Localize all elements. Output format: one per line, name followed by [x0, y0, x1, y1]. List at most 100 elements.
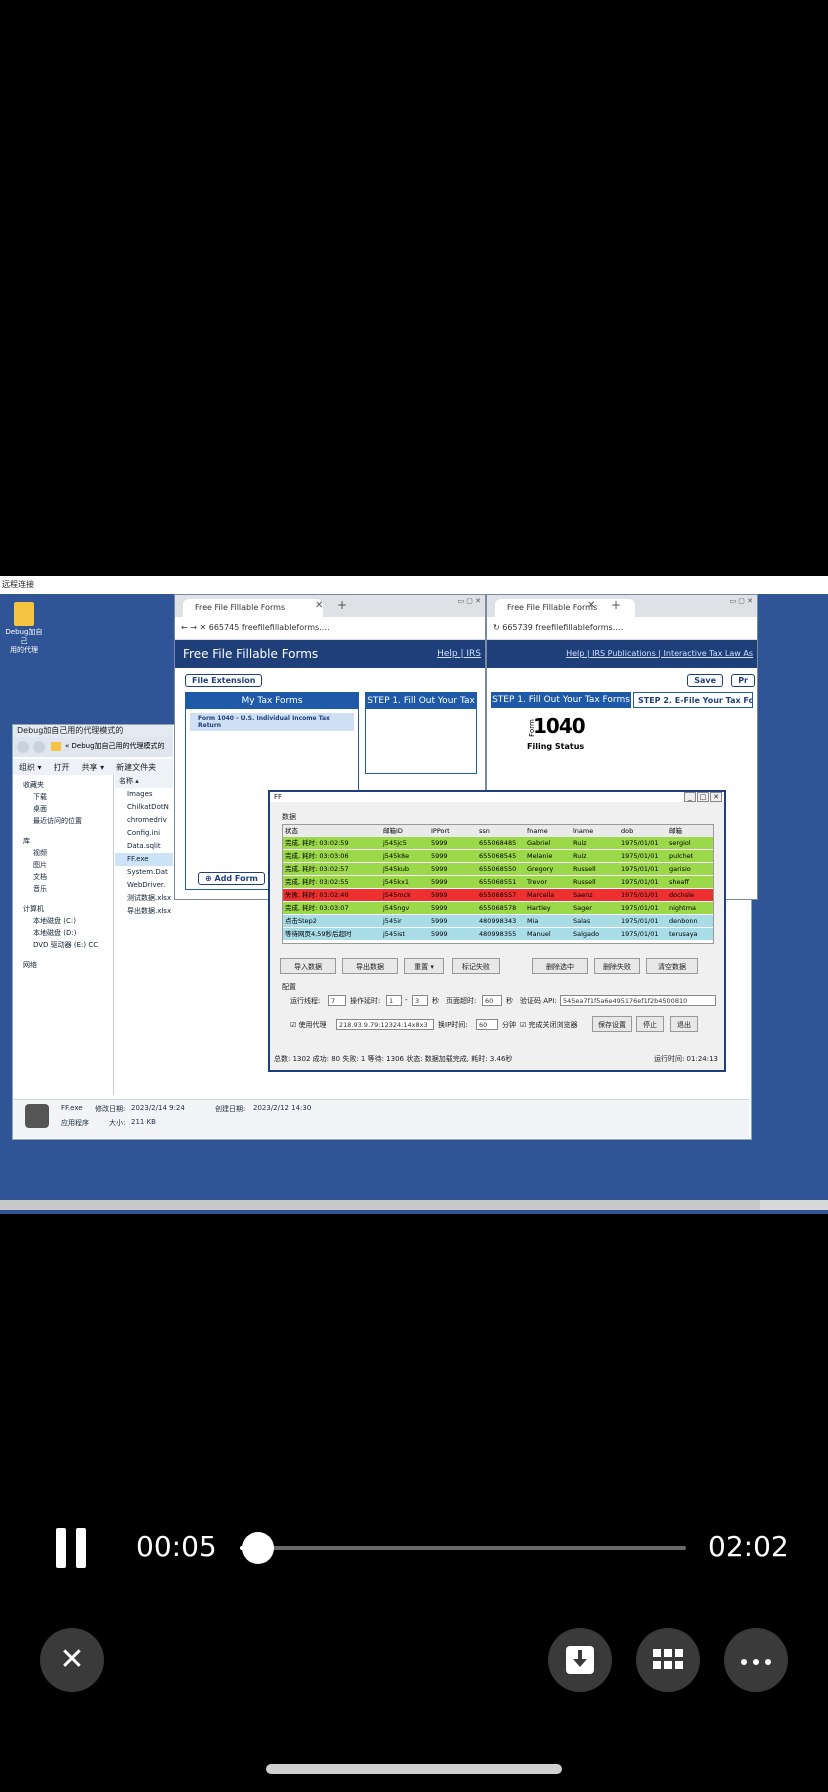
forward-icon[interactable]	[33, 741, 45, 753]
exit-button[interactable]: 退出	[670, 1016, 698, 1032]
seek-bar[interactable]	[240, 1532, 686, 1564]
page-timeout-input[interactable]: 60	[482, 995, 502, 1006]
video-frame[interactable]: 远程连接 Debug加自己 用的代理 Debug加自己用的代理模式的 « Deb…	[0, 576, 828, 1214]
toolbar-organize[interactable]: 组织 ▾	[19, 762, 42, 773]
nav-arrows-icon[interactable]: ← → ✕	[181, 623, 209, 632]
more-button[interactable]	[724, 1628, 788, 1692]
nav-downloads[interactable]: 下载	[13, 791, 113, 803]
grid-column-header[interactable]: 邮箱	[667, 825, 711, 837]
new-tab-icon[interactable]: +	[611, 598, 621, 612]
table-row[interactable]: 完成, 耗时: 03:02:55 j545kx1 5999 655068551 Trev…	[283, 876, 713, 889]
window-controls[interactable]: ▭ ▢ ✕	[729, 597, 753, 605]
delay-min-input[interactable]: 1	[386, 995, 402, 1006]
delete-failed-button[interactable]: 删除失败	[594, 958, 640, 974]
toolbar-open[interactable]: 打开	[54, 762, 70, 773]
captcha-api-input[interactable]: 545ea7f1f5a6e495176ef1f2b4500810	[560, 995, 716, 1006]
toolbar-new-folder[interactable]: 新建文件夹	[116, 762, 156, 773]
grid-button[interactable]	[636, 1628, 700, 1692]
file-item[interactable]: ChilkatDotN	[115, 801, 173, 814]
nav-pictures[interactable]: 图片	[13, 859, 113, 871]
delete-selected-button[interactable]: 删除选中	[532, 958, 588, 974]
file-item[interactable]: chromedriv	[115, 814, 173, 827]
data-grid[interactable]: 状态 邮箱ID IPPort ssn fname lname dob 邮箱 完成, 耗时: 0…	[282, 824, 714, 944]
table-row[interactable]: 完成, 耗时: 03:02:57 j545kub 5999 655068550 Greg…	[283, 863, 713, 876]
close-tab-icon[interactable]: ✕	[587, 600, 595, 611]
download-button[interactable]	[548, 1628, 612, 1692]
toolbar-share[interactable]: 共享 ▾	[82, 762, 105, 773]
use-proxy-checkbox[interactable]: ☑ 使用代理	[290, 1020, 327, 1030]
window-controls[interactable]: ▭ ▢ ✕	[457, 597, 481, 605]
nav-libraries[interactable]: 库	[13, 835, 113, 847]
add-form-button[interactable]: ⊕ Add Form	[198, 872, 265, 885]
delay-max-input[interactable]: 3	[412, 995, 428, 1006]
clear-data-button[interactable]: 清空数据	[646, 958, 698, 974]
close-browser-checkbox[interactable]: ☑ 完成关闭浏览器	[520, 1020, 578, 1030]
help-link[interactable]: Help	[437, 649, 458, 659]
file-item[interactable]: 测试数据.xlsx	[115, 892, 173, 905]
file-item[interactable]: Config.ini	[115, 827, 173, 840]
file-item[interactable]: System.Dat	[115, 866, 173, 879]
pause-button[interactable]	[54, 1528, 90, 1568]
reset-dropdown-button[interactable]: 重置 ▾	[404, 958, 444, 974]
irs-link[interactable]: IRS	[466, 649, 481, 659]
mark-failed-button[interactable]: 标记失败	[452, 958, 500, 974]
nav-documents[interactable]: 文档	[13, 871, 113, 883]
table-row[interactable]: 完成, 耗时: 03:03:06 j545k8e 5999 655068545 Mela…	[283, 850, 713, 863]
tab-step2[interactable]: STEP 2. E-File Your Tax Fo	[633, 692, 753, 708]
table-row[interactable]: 点击Step2 j545ir 5999 480998343 Mia Salas 1975/0…	[283, 915, 713, 928]
close-button[interactable]: ✕	[40, 1628, 104, 1692]
remote-scrollbar[interactable]	[0, 1200, 828, 1210]
seek-handle[interactable]	[242, 1532, 275, 1564]
nav-recent[interactable]: 最近访问的位置	[13, 815, 113, 827]
new-tab-icon[interactable]: +	[337, 598, 347, 612]
grid-column-header[interactable]: IPPort	[429, 825, 477, 837]
interactive-tax-law-link[interactable]: Interactive Tax Law As	[664, 649, 753, 658]
tab-step1[interactable]: STEP 1. Fill Out Your Tax Forms	[491, 692, 631, 708]
irs-publications-link[interactable]: IRS Publications	[592, 649, 656, 658]
file-item[interactable]: Images	[115, 788, 173, 801]
file-item[interactable]: 导出数据.xlsx	[115, 905, 173, 918]
file-extension-button[interactable]: File Extension	[185, 674, 263, 687]
print-button[interactable]: Pr	[731, 674, 755, 687]
table-row[interactable]: 完成, 耗时: 03:02:59 j545jc5 5999 655068485 Gabr…	[283, 837, 713, 850]
grid-column-header[interactable]: 状态	[283, 825, 381, 837]
nav-computer[interactable]: 计算机	[13, 903, 113, 915]
grid-column-header[interactable]: fname	[525, 825, 571, 837]
browser-address-bar[interactable]: ↻ 665739 freefilefillableforms.…	[487, 617, 757, 640]
stop-button[interactable]: 停止	[636, 1016, 664, 1032]
save-settings-button[interactable]: 保存设置	[592, 1016, 632, 1032]
explorer-address-bar[interactable]: « Debug加自己用的代理模式的	[13, 737, 173, 757]
file-item-selected[interactable]: FF.exe	[115, 853, 173, 866]
nav-videos[interactable]: 视频	[13, 847, 113, 859]
table-row[interactable]: 完成, 耗时: 03:03:07 j545ngv 5999 655068578 Hart…	[283, 902, 713, 915]
table-row[interactable]: 等待网页4,59秒后超时 j545ist 5999 480998355 Manuel Sa…	[283, 928, 713, 941]
grid-column-header[interactable]: ssn	[477, 825, 525, 837]
threads-input[interactable]: 7	[328, 995, 346, 1006]
file-item[interactable]: Data.sqlit	[115, 840, 173, 853]
close-tab-icon[interactable]: ✕	[315, 600, 323, 611]
browser-address-bar[interactable]: ← → ✕ 665745 freefilefillableforms.…	[175, 617, 485, 640]
file-item[interactable]: WebDriver.	[115, 879, 173, 892]
switch-ip-input[interactable]: 60	[476, 1019, 498, 1030]
grid-column-header[interactable]: lname	[571, 825, 619, 837]
save-button[interactable]: Save	[687, 674, 723, 687]
nav-desktop[interactable]: 桌面	[13, 803, 113, 815]
browser-tab[interactable]: Free File Fillable Forms	[183, 599, 323, 617]
proxy-input[interactable]: 218.93.9.79:12324:14x8x3	[336, 1019, 434, 1030]
form-1040-item[interactable]: Form 1040 - U.S. Individual Income Tax R…	[190, 713, 354, 731]
nav-drive-c[interactable]: 本地磁盘 (C:)	[13, 915, 113, 927]
import-data-button[interactable]: 导入数据	[280, 958, 336, 974]
export-data-button[interactable]: 导出数据	[342, 958, 398, 974]
nav-music[interactable]: 音乐	[13, 883, 113, 895]
back-icon[interactable]	[17, 741, 29, 753]
reload-icon[interactable]: ↻	[493, 623, 502, 632]
grid-column-header[interactable]: 邮箱ID	[381, 825, 429, 837]
column-name-header[interactable]: 名称 ▴	[115, 775, 173, 788]
help-link[interactable]: Help	[566, 649, 584, 658]
grid-column-header[interactable]: dob	[619, 825, 667, 837]
ff-window-controls[interactable]: _ □ ✕	[683, 792, 722, 802]
nav-favorites[interactable]: 收藏夹	[13, 779, 113, 791]
nav-drive-d[interactable]: 本地磁盘 (D:)	[13, 927, 113, 939]
nav-drive-e[interactable]: DVD 驱动器 (E:) CC	[13, 939, 113, 951]
table-row[interactable]: 失败, 耗时: 03:02:40 j545mck 5999 655068557 Marc…	[283, 889, 713, 902]
